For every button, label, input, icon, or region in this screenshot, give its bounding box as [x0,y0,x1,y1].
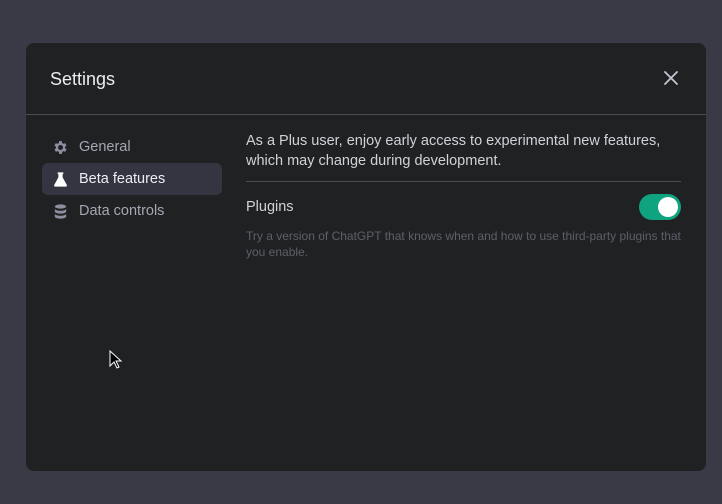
mouse-cursor-icon [109,350,123,369]
plugins-setting: Plugins [246,194,681,220]
dialog-title: Settings [50,69,116,89]
gear-icon [54,140,67,154]
settings-dialog: Settings General Beta features Data cont… [26,43,706,471]
plugins-toggle[interactable] [639,194,681,220]
sidebar-item-data-controls[interactable]: Data controls [42,195,222,227]
database-icon [54,203,67,219]
sidebar-item-label: Data controls [79,203,165,219]
sidebar-item-label: Beta features [79,171,166,187]
dialog-header: Settings [26,43,706,115]
toggle-knob [658,197,678,217]
sidebar-item-label: General [79,139,131,155]
plugins-label: Plugins [246,199,294,215]
close-icon[interactable] [662,69,680,87]
beta-features-panel: As a Plus user, enjoy early access to ex… [246,131,681,260]
intro-text: As a Plus user, enjoy early access to ex… [246,131,681,182]
flask-icon [54,171,67,187]
sidebar-item-beta-features[interactable]: Beta features [42,163,222,195]
settings-nav: General Beta features Data controls [42,131,222,227]
plugins-description: Try a version of ChatGPT that knows when… [246,229,681,259]
sidebar-item-general[interactable]: General [42,131,222,163]
